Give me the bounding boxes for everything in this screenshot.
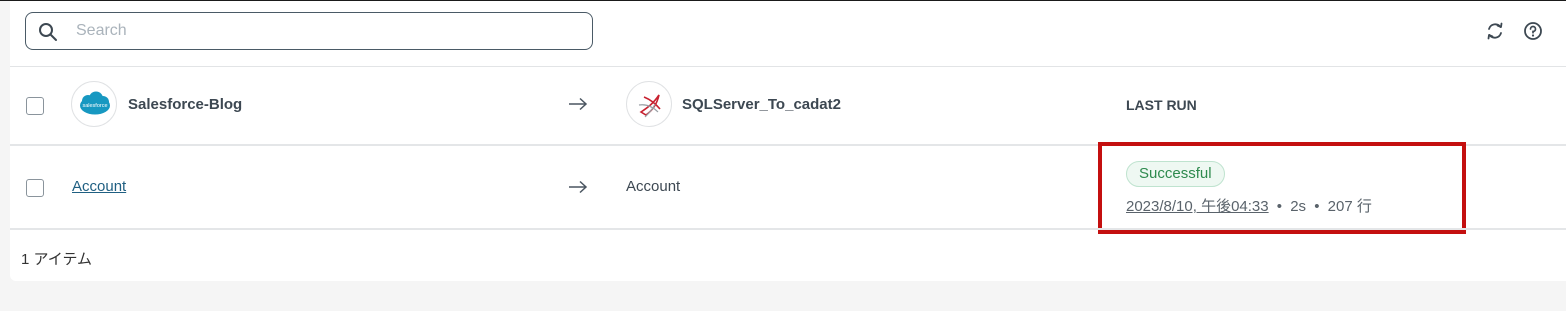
sqlserver-logo [626, 81, 672, 127]
arrow-right-icon [569, 97, 588, 111]
salesforce-logo: salesforce [71, 81, 117, 127]
highlight-box [1098, 142, 1466, 234]
help-icon[interactable] [1522, 20, 1544, 42]
arrow-right-icon [569, 180, 588, 194]
salesforce-logo-text: salesforce [82, 103, 107, 109]
connection-card: salesforce Salesforce-Blog SQLServer_To_… [10, 1, 1566, 281]
destination-object-name: Account [626, 178, 681, 195]
divider [10, 66, 1566, 67]
last-run-header: LAST RUN [1126, 97, 1197, 113]
row-checkbox[interactable] [26, 179, 44, 197]
search-icon [39, 23, 57, 41]
divider [10, 228, 1566, 230]
refresh-icon[interactable] [1484, 20, 1506, 42]
source-connection-name: Salesforce-Blog [128, 96, 243, 113]
source-object-link[interactable]: Account [72, 178, 126, 195]
item-count: 1 アイテム [21, 251, 93, 268]
destination-connection-name: SQLServer_To_cadat2 [682, 96, 841, 113]
search-input[interactable] [76, 14, 576, 48]
select-all-checkbox[interactable] [26, 97, 44, 115]
search-box[interactable] [25, 12, 593, 50]
